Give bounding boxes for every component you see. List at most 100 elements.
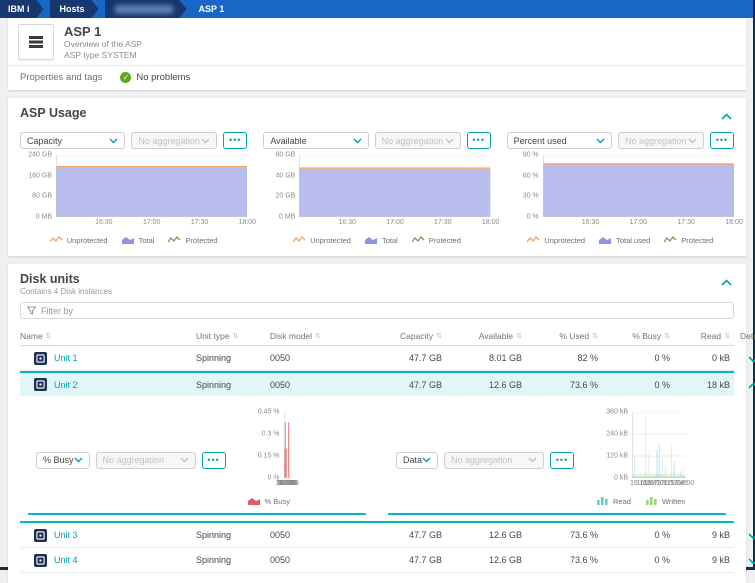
legend-label: Unprotected (310, 236, 351, 245)
legend-item-read[interactable]: Read (596, 496, 631, 507)
filter-input[interactable] (41, 306, 727, 316)
table-row-unit-1[interactable]: Unit 1Spinning005047.7 GB8.01 GB82 %0 %0… (20, 346, 734, 371)
redacted-text (115, 5, 173, 14)
cell-read: 18 kB (670, 380, 730, 390)
details-cell (730, 376, 755, 393)
chart-plot[interactable]: 60 GB40 GB20 GB0 MB (299, 155, 490, 217)
expand-row-button[interactable] (744, 527, 755, 544)
legend-item-unprotected[interactable]: Unprotected (50, 235, 108, 246)
unit-link[interactable]: Unit 1 (54, 353, 78, 363)
legend-label: Protected (185, 236, 217, 245)
y-axis-tick: 240 GB (28, 152, 56, 159)
tab-properties-and-tags[interactable]: Properties and tags (20, 72, 102, 83)
cell-available: 8.01 GB (442, 353, 522, 363)
legend-item-total-used[interactable]: Total used (599, 235, 650, 246)
page-header: ASP 1 Overview of the ASP ASP type SYSTE… (8, 18, 746, 65)
table-row-unit-4[interactable]: Unit 4Spinning005047.7 GB12.6 GB73.6 %0 … (20, 548, 734, 573)
status-badge[interactable]: ✓ No problems (120, 72, 190, 83)
tab-bar: Properties and tags ✓ No problems (8, 65, 746, 90)
cell-available: 12.6 GB (442, 530, 522, 540)
collapse-section-button[interactable] (719, 106, 734, 125)
y-axis-tick: 0.45 % (258, 409, 284, 416)
metric-select-value: Available (270, 136, 306, 146)
expand-row-button[interactable] (744, 350, 755, 367)
chart-available: 60 GB40 GB20 GB0 MB16:3017:0017:3018:00U… (263, 155, 490, 246)
chart-legend: Unprotected Total Protected (263, 234, 490, 246)
column-header-label: % Used (559, 331, 589, 341)
cell-disk_model: 0050 (270, 380, 362, 390)
metric-select-available[interactable]: Available (263, 132, 368, 149)
asp-usage-title: ASP Usage (20, 106, 86, 120)
column-header-capacity[interactable]: Capacity⇅ (362, 331, 442, 341)
legend-item-protected[interactable]: Protected (412, 235, 461, 246)
metric-select-data_io[interactable]: Data (396, 452, 438, 469)
legend-item-protected[interactable]: Protected (664, 235, 713, 246)
legend-bars-icon (645, 496, 658, 507)
legend-label: Read (613, 497, 631, 506)
check-icon: ✓ (120, 72, 131, 83)
metric-select-busy[interactable]: % Busy (36, 452, 90, 469)
chart-plot[interactable]: 360 kB240 kB120 kB0 kB (632, 412, 686, 478)
disk-unit-icon (34, 352, 47, 365)
column-header-unit-type[interactable]: Unit type⇅ (196, 331, 270, 341)
x-axis-tick: 18:00 (677, 480, 695, 487)
x-axis: 16:3017:0017:3018:00 (56, 219, 247, 229)
chart-options-button[interactable]: ••• (710, 132, 734, 149)
column-header-available[interactable]: Available⇅ (442, 331, 522, 341)
column-header-label: Read (701, 331, 721, 341)
column-header-details: Details (730, 331, 755, 341)
chart-percent_used: 90 %60 %30 %0 %16:3017:0017:3018:00Unpro… (507, 155, 734, 246)
chart-options-button[interactable]: ••• (467, 132, 491, 149)
legend-item-unprotected[interactable]: Unprotected (527, 235, 585, 246)
breadcrumb-item-hosts[interactable]: Hosts (50, 0, 99, 18)
breadcrumb-item-ibm-i[interactable]: IBM i (0, 0, 44, 18)
y-axis-tick: 0 MB (279, 214, 299, 221)
breadcrumb-item-redacted[interactable] (105, 0, 187, 18)
table-row-unit-3[interactable]: Unit 3Spinning005047.7 GB12.6 GB73.6 %0 … (20, 523, 734, 548)
collapse-section-button[interactable] (719, 272, 734, 291)
legend-item-protected[interactable]: Protected (168, 235, 217, 246)
chart-plot[interactable]: 0.45 %0.3 %0.15 %0 % (284, 412, 290, 478)
column-header--used[interactable]: % Used⇅ (522, 331, 598, 341)
y-axis-tick: 0 % (527, 214, 543, 221)
chart-options-button[interactable]: ••• (550, 452, 574, 469)
chart-plot[interactable]: 90 %60 %30 %0 % (543, 155, 734, 217)
metric-select-percent_used[interactable]: Percent used (507, 132, 612, 149)
table-row-unit-2[interactable]: Unit 2Spinning005047.7 GB12.6 GB73.6 %0 … (20, 371, 734, 396)
column-header-label: Details (740, 331, 755, 341)
disk-units-title: Disk units (20, 272, 112, 286)
legend-item--busy[interactable]: % Busy (248, 496, 290, 507)
x-axis-tick: 16:30 (582, 219, 600, 226)
collapse-row-button[interactable] (744, 376, 755, 393)
breadcrumb-item-current[interactable]: ASP 1 (193, 0, 225, 18)
cell-available: 12.6 GB (442, 555, 522, 565)
unit-link[interactable]: Unit 4 (54, 555, 78, 565)
column-header-name[interactable]: Name⇅ (20, 331, 196, 341)
unit-link[interactable]: Unit 2 (54, 380, 78, 390)
legend-item-total[interactable]: Total (122, 235, 155, 246)
column-header-disk-model[interactable]: Disk model⇅ (270, 331, 362, 341)
chart-options-button[interactable]: ••• (223, 132, 247, 149)
legend-bars-icon (596, 496, 609, 507)
column-header-label: % Busy (632, 331, 661, 341)
column-header-read[interactable]: Read⇅ (670, 331, 730, 341)
aggregation-select: No aggregation (131, 132, 217, 149)
cell-unit_type: Spinning (196, 530, 270, 540)
unit-link[interactable]: Unit 3 (54, 530, 78, 540)
expand-row-button[interactable] (744, 552, 755, 569)
chart-options-button[interactable]: ••• (202, 452, 226, 469)
metric-select-capacity[interactable]: Capacity (20, 132, 125, 149)
legend-item-total[interactable]: Total (365, 235, 398, 246)
chart-data_io: 360 kB240 kB120 kB0 kB16:1516:3016:4517:… (596, 412, 686, 507)
chart-group-data_io: DataNo aggregation•••360 kB240 kB120 kB0… (388, 404, 726, 515)
details-cell (730, 552, 755, 569)
page-title: ASP 1 (64, 24, 142, 39)
cell-disk_model: 0050 (270, 353, 362, 363)
chart-plot[interactable]: 240 GB160 GB80 GB0 MB (56, 155, 247, 217)
column-header--busy[interactable]: % Busy⇅ (598, 331, 670, 341)
app-window: IBM i Hosts ASP 1 ASP 1 Overview of the AS… (0, 0, 753, 567)
legend-item-written[interactable]: Written (645, 496, 686, 507)
disk-unit-icon (34, 378, 47, 391)
row-detail-panel: % BusyNo aggregation•••0.45 %0.3 %0.15 %… (20, 396, 734, 523)
legend-item-unprotected[interactable]: Unprotected (293, 235, 351, 246)
